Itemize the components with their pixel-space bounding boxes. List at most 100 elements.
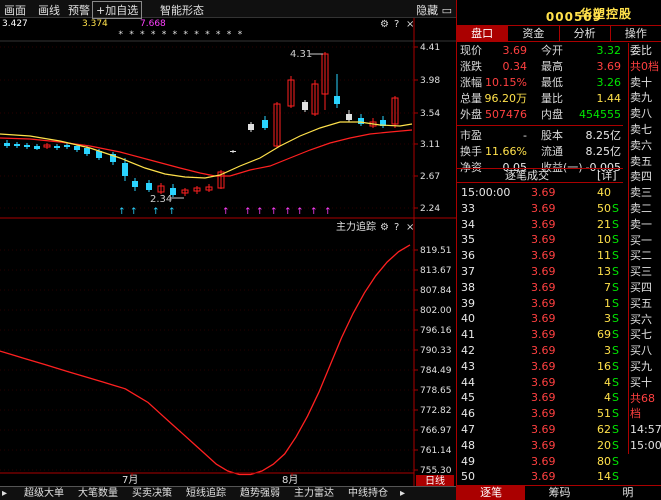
trade-side: S bbox=[612, 391, 619, 405]
stock-code: 000509 bbox=[545, 10, 602, 24]
trade-volume: 1 bbox=[604, 296, 611, 310]
quote-value: 1.44 bbox=[596, 92, 622, 105]
indicator-y-tick: 778.65 bbox=[420, 386, 452, 396]
candle-body bbox=[84, 148, 90, 154]
indicator-close-icon[interactable]: × bbox=[406, 222, 414, 233]
indicator-y-tick: 755.30 bbox=[420, 466, 452, 476]
hide-button[interactable]: 隐藏 ▭ bbox=[416, 2, 452, 18]
tab-next-arrow[interactable]: ▸ bbox=[400, 487, 405, 500]
trade-row: 34 3.69 21 S bbox=[457, 217, 623, 233]
quote-value: 3.69 bbox=[596, 60, 622, 73]
trade-price: 3.69 bbox=[531, 438, 556, 452]
quote-label: 市盈 bbox=[460, 129, 482, 142]
trade-volume: 13 bbox=[597, 264, 611, 278]
indicator-y-tick: 790.33 bbox=[420, 346, 452, 356]
indicator-y-tick: 802.00 bbox=[420, 306, 452, 316]
trade-side: S bbox=[612, 375, 619, 389]
trade-price: 3.69 bbox=[531, 422, 556, 436]
trade-price: 3.69 bbox=[531, 296, 556, 310]
trade-row: 15:00:00 3.69 40 bbox=[457, 185, 623, 201]
trade-volume: 10 bbox=[597, 233, 611, 247]
tab-funds[interactable]: 资金 bbox=[508, 26, 560, 41]
tab-super-order[interactable]: 超级大单 bbox=[24, 487, 64, 500]
help-icon[interactable]: ? bbox=[394, 19, 399, 30]
legend-ma3: 7.668 bbox=[140, 19, 166, 29]
order-book-label: 买二 bbox=[630, 249, 652, 263]
tab-short-track[interactable]: 短线追踪 bbox=[186, 487, 226, 500]
tab-chips[interactable]: 筹码 bbox=[525, 486, 593, 500]
toolbar-item-alert[interactable]: 预警 bbox=[68, 2, 90, 18]
toolbar-item-draw-line[interactable]: 画线 bbox=[38, 2, 60, 18]
candle-body bbox=[248, 124, 254, 130]
quote-value: 3.69 bbox=[502, 44, 528, 57]
candle-body bbox=[4, 143, 10, 146]
trade-volume: 69 bbox=[597, 328, 611, 342]
chart-area: 3.427 3.374 7.668 * * * * * * * * * * * … bbox=[0, 18, 456, 486]
order-book-label: 买六 bbox=[630, 312, 652, 326]
signal-arrow: ↑ bbox=[310, 207, 318, 217]
trade-row: 47 3.69 62 S bbox=[457, 422, 623, 438]
tab-main-radar[interactable]: 主力雷达 bbox=[294, 487, 334, 500]
tab-order-book[interactable]: 盘口 bbox=[457, 26, 509, 41]
candle-body bbox=[24, 145, 30, 147]
quote-label: 内盘 bbox=[541, 108, 563, 121]
trades-detail-button[interactable]: [详] bbox=[597, 169, 617, 183]
tab-tick[interactable]: 逐笔 bbox=[457, 486, 526, 500]
order-book-label: 买五 bbox=[630, 296, 652, 310]
quote-value: 11.66% bbox=[485, 145, 527, 158]
candle-body bbox=[262, 120, 268, 128]
order-book-label: 共68档 bbox=[630, 391, 655, 421]
trade-price: 3.69 bbox=[531, 249, 556, 263]
quote-label: 流通 bbox=[541, 145, 563, 158]
candle-body bbox=[122, 163, 128, 176]
order-book-label: 卖四 bbox=[630, 170, 652, 184]
order-book-label: 卖七 bbox=[630, 122, 652, 136]
trade-side: S bbox=[612, 454, 619, 468]
signal-arrow: ↑ bbox=[270, 207, 278, 217]
tab-prev-arrow[interactable]: ▸ bbox=[2, 487, 7, 500]
trade-side: S bbox=[612, 296, 619, 310]
trade-side: S bbox=[612, 359, 619, 373]
legend-ma1: 3.427 bbox=[2, 19, 28, 29]
quote-row: 涨幅 10.15% 最低 3.26 bbox=[457, 75, 623, 91]
order-book-label: 卖九 bbox=[630, 91, 652, 105]
tab-mid-holding[interactable]: 中线持仓 bbox=[348, 487, 388, 500]
toolbar-item-pattern[interactable]: 智能形态 bbox=[160, 2, 204, 18]
trade-row: 45 3.69 4 S bbox=[457, 390, 623, 406]
trade-time: 40 bbox=[461, 312, 475, 326]
trade-row: 38 3.69 7 S bbox=[457, 280, 623, 296]
tab-operation[interactable]: 操作 bbox=[611, 26, 661, 41]
quote-value: 10.15% bbox=[485, 76, 527, 89]
stock-header: 000509 华塑控股 bbox=[457, 0, 661, 26]
quote-label: 量比 bbox=[541, 92, 563, 105]
quote-row: 现价 3.69 今开 3.32 bbox=[457, 43, 623, 59]
tab-big-count[interactable]: 大笔数量 bbox=[78, 487, 118, 500]
quote-label: 股本 bbox=[541, 129, 563, 142]
close-icon[interactable]: × bbox=[406, 19, 414, 30]
toolbar-item-screen[interactable]: 画面 bbox=[4, 2, 26, 18]
add-watchlist-button[interactable]: +加自选 bbox=[92, 1, 143, 19]
trade-row: 40 3.69 3 S bbox=[457, 311, 623, 327]
order-book-label: 卖十 bbox=[630, 75, 652, 89]
order-book-label: 卖二 bbox=[630, 201, 652, 215]
trade-side: S bbox=[612, 217, 619, 231]
order-book-label: 买四 bbox=[630, 280, 652, 294]
tab-more[interactable]: 明 bbox=[594, 486, 661, 500]
order-book-label: 买三 bbox=[630, 265, 652, 279]
trade-price: 3.69 bbox=[531, 280, 556, 294]
gear-icon[interactable]: ⚙ bbox=[380, 19, 389, 30]
tab-analysis[interactable]: 分析 bbox=[560, 26, 611, 41]
indicator-gear-icon[interactable]: ⚙ bbox=[380, 222, 389, 233]
quote-panel: 000509 华塑控股 盘口 资金 分析 操作 现价 3.69 今开 3.32 涨跌 0.… bbox=[456, 0, 661, 500]
candle-body bbox=[34, 146, 40, 149]
trade-time: 43 bbox=[461, 359, 475, 373]
quote-value: 3.26 bbox=[596, 76, 622, 89]
trade-volume: 3 bbox=[604, 343, 611, 357]
legend-ma2: 3.374 bbox=[82, 19, 108, 29]
tab-buy-sell[interactable]: 买卖决策 bbox=[132, 487, 172, 500]
candle-body bbox=[54, 146, 60, 148]
trade-volume: 16 bbox=[597, 359, 611, 373]
trade-row: 49 3.69 80 S bbox=[457, 454, 623, 470]
indicator-help-icon[interactable]: ? bbox=[394, 222, 399, 233]
tab-trend-strength[interactable]: 趋势强弱 bbox=[240, 487, 280, 500]
